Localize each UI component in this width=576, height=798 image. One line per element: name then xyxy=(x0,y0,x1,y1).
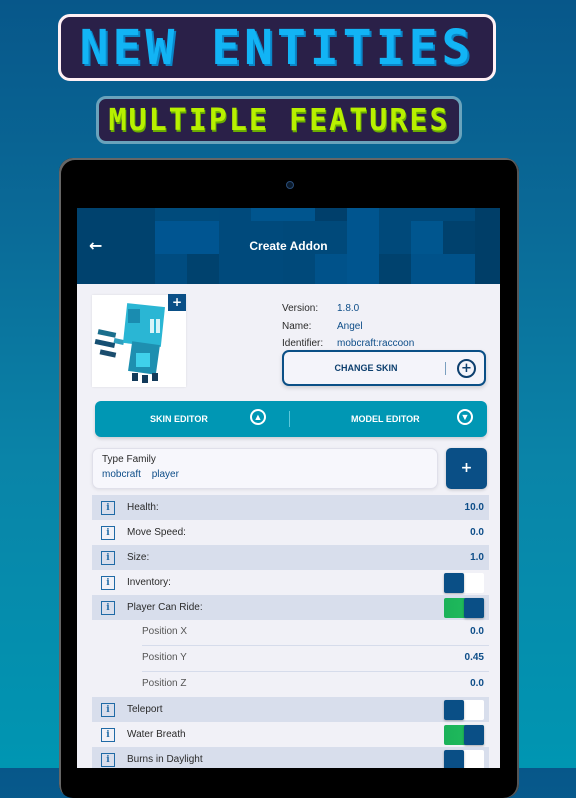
property-label: Water Breath xyxy=(127,729,186,740)
info-icon[interactable]: i xyxy=(101,525,115,540)
name-label: Name: xyxy=(282,320,312,332)
teleport-toggle[interactable] xyxy=(444,700,484,720)
version-label: Version: xyxy=(282,303,319,315)
name-row: Name: Angel xyxy=(282,318,414,336)
info-icon[interactable]: i xyxy=(101,500,115,515)
property-label: Inventory: xyxy=(127,577,171,588)
position-y-row: Position Y 0.45 xyxy=(142,646,489,672)
tag[interactable]: mobcraft xyxy=(102,469,141,480)
property-label: Health: xyxy=(127,502,159,513)
position-label: Position X xyxy=(142,626,188,637)
name-value[interactable]: Angel xyxy=(337,321,363,332)
promo-subheadline: MULTIPLE FEATURES xyxy=(108,102,450,138)
property-row-player-can-ride: i Player Can Ride: xyxy=(92,595,489,620)
burns-in-daylight-toggle[interactable] xyxy=(444,750,484,768)
property-row-water-breath: i Water Breath xyxy=(92,722,489,747)
property-row-move-speed: i Move Speed: 0.0 xyxy=(92,520,489,545)
property-value[interactable]: 1.0 xyxy=(470,552,484,563)
inventory-toggle[interactable] xyxy=(444,573,484,593)
position-value[interactable]: 0.0 xyxy=(470,626,484,637)
info-icon[interactable]: i xyxy=(101,575,115,590)
entity-info: Version: 1.8.0 Name: Angel Identifier: m… xyxy=(282,300,414,353)
tag[interactable]: player xyxy=(152,469,179,480)
property-row-teleport: i Teleport xyxy=(92,697,489,722)
properties-list: i Health: 10.0 i Move Speed: 0.0 i Size:… xyxy=(92,495,489,768)
water-breath-toggle[interactable] xyxy=(444,725,484,745)
add-skin-button[interactable]: + xyxy=(168,294,186,311)
wrench-icon[interactable]: ▼ xyxy=(457,409,473,425)
divider xyxy=(445,362,446,375)
model-editor-button[interactable]: MODEL EDITOR xyxy=(351,401,420,437)
add-type-family-button[interactable]: + xyxy=(446,448,487,489)
promo-headline-banner: NEW ENTITIES xyxy=(58,14,496,81)
property-label: Player Can Ride: xyxy=(127,602,203,613)
property-row-health: i Health: 10.0 xyxy=(92,495,489,520)
property-label: Move Speed: xyxy=(127,527,186,538)
info-icon[interactable]: i xyxy=(101,550,115,565)
position-label: Position Y xyxy=(142,652,187,663)
editor-bar: SKIN EDITOR ▲ MODEL EDITOR ▼ xyxy=(95,401,487,437)
promo-headline: NEW ENTITIES xyxy=(79,19,475,76)
skin-editor-icon[interactable]: ▲ xyxy=(250,409,266,425)
identifier-value[interactable]: mobcraft:raccoon xyxy=(337,338,414,349)
type-family-field[interactable]: Type Family mobcraft player xyxy=(92,448,438,489)
info-icon[interactable]: i xyxy=(101,702,115,717)
promo-subheadline-banner: MULTIPLE FEATURES xyxy=(96,96,462,144)
property-row-inventory: i Inventory: xyxy=(92,570,489,595)
plus-circle-icon: + xyxy=(457,359,476,378)
change-skin-button[interactable]: CHANGE SKIN + xyxy=(282,350,486,386)
page-title: Create Addon xyxy=(249,239,328,253)
property-value[interactable]: 0.0 xyxy=(470,527,484,538)
property-label: Size: xyxy=(127,552,150,563)
type-family-tags: mobcraft player xyxy=(102,469,187,480)
type-family-label: Type Family xyxy=(102,454,156,465)
version-row: Version: 1.8.0 xyxy=(282,300,414,318)
position-z-row: Position Z 0.0 xyxy=(142,672,489,697)
app-bar: ← Create Addon xyxy=(77,208,500,284)
position-value[interactable]: 0.0 xyxy=(470,678,484,689)
camera-icon xyxy=(286,181,294,189)
divider xyxy=(289,411,290,427)
position-value[interactable]: 0.45 xyxy=(465,652,484,663)
position-x-row: Position X 0.0 xyxy=(142,620,489,646)
info-icon[interactable]: i xyxy=(101,752,115,767)
skin-editor-button[interactable]: SKIN EDITOR xyxy=(150,401,208,437)
identifier-label: Identifier: xyxy=(282,338,324,350)
property-row-size: i Size: 1.0 xyxy=(92,545,489,570)
property-label: Burns in Daylight xyxy=(127,754,203,765)
player-can-ride-toggle[interactable] xyxy=(444,598,484,618)
property-value[interactable]: 10.0 xyxy=(465,502,484,513)
app-screen: ← Create Addon + Version: 1.8.0 Name: An xyxy=(77,208,500,768)
info-icon[interactable]: i xyxy=(101,727,115,742)
info-icon[interactable]: i xyxy=(101,600,115,615)
version-value: 1.8.0 xyxy=(337,303,360,315)
property-row-burns-in-daylight: i Burns in Daylight xyxy=(92,747,489,768)
change-skin-label: CHANGE SKIN xyxy=(334,363,398,373)
property-label: Teleport xyxy=(127,704,163,715)
position-label: Position Z xyxy=(142,678,187,689)
